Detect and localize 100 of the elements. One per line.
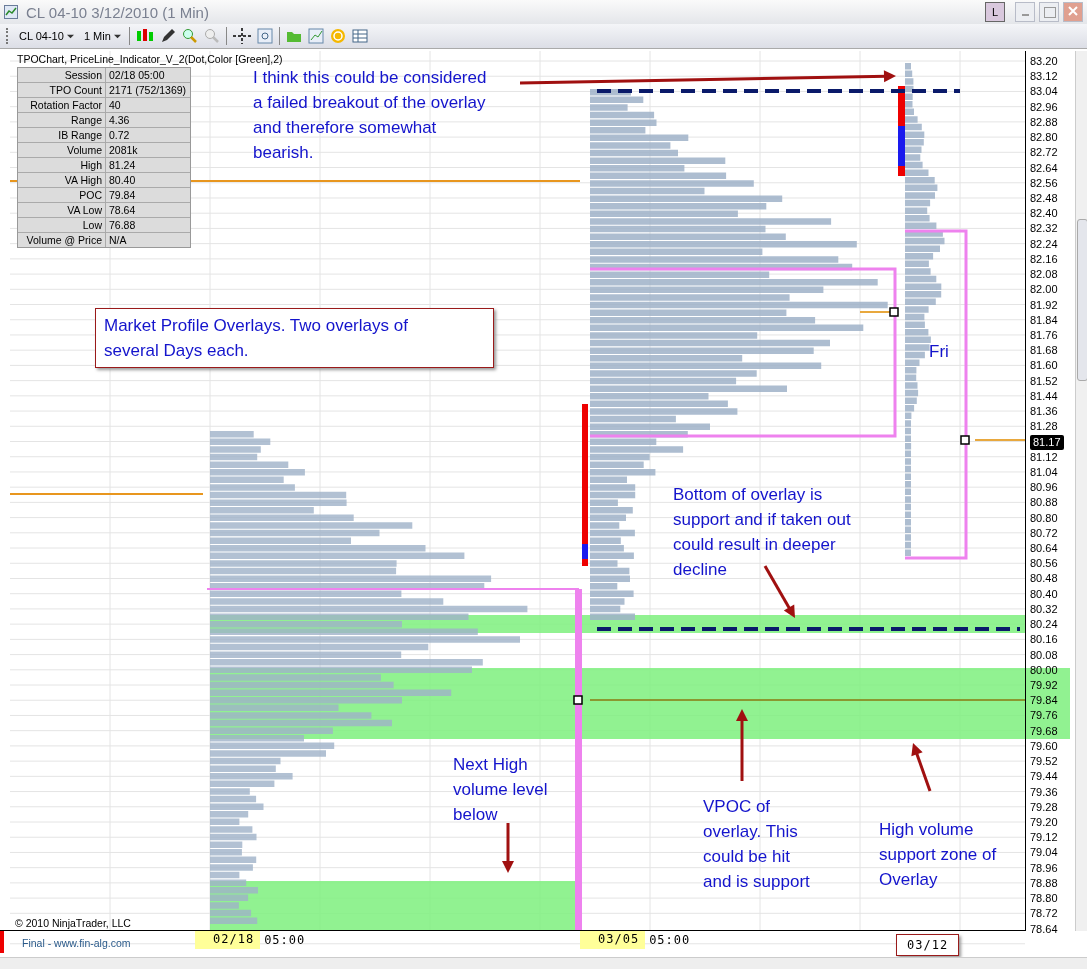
price-label: 79.04 <box>1030 845 1058 861</box>
table-cell-text: 78.64 <box>108 203 136 217</box>
annotation-text: Fri <box>929 341 950 363</box>
price-label: 82.96 <box>1030 99 1058 115</box>
date-label: 02/18 <box>195 931 261 949</box>
price-label: 80.64 <box>1030 541 1058 557</box>
price-label: 81.68 <box>1030 343 1058 359</box>
interval-dropdown[interactable]: 1 Min <box>81 30 123 42</box>
price-label: 81.52 <box>1030 373 1058 389</box>
annotation-text: I think this could be considered a failed breakout of the overlay and therefore somewhat bearish. <box>253 67 488 164</box>
price-label: 78.88 <box>1030 875 1058 891</box>
date-label: 03/05 <box>580 931 646 949</box>
price-label: 79.28 <box>1030 799 1058 815</box>
price-label: 79.92 <box>1030 678 1058 693</box>
price-label: 82.16 <box>1030 251 1058 267</box>
price-label: 78.80 <box>1030 891 1058 907</box>
price-label: 79.52 <box>1030 754 1058 770</box>
table-cell-text: 2171 (752/1369) <box>108 83 187 97</box>
price-label: 80.08 <box>1030 647 1058 663</box>
table-cell: Range <box>18 113 106 127</box>
price-label: 79.76 <box>1030 708 1058 724</box>
table-cell-text: 2081k <box>108 143 138 157</box>
price-label: 80.72 <box>1030 525 1058 541</box>
table-cell-text: 76.88 <box>108 218 136 232</box>
price-label: 79.36 <box>1030 784 1058 800</box>
price-label: 81.60 <box>1030 358 1058 374</box>
time-label: 05:00 <box>264 933 306 947</box>
price-label: 79.60 <box>1030 738 1058 754</box>
time-label: 05:00 <box>649 933 691 947</box>
price-label: 82.64 <box>1030 160 1058 176</box>
price-label: 79.20 <box>1030 815 1058 830</box>
price-label: 80.00 <box>1030 662 1058 678</box>
link-button[interactable]: L <box>985 2 1005 22</box>
price-label: 79.84 <box>1030 693 1058 709</box>
callout-box: Market Profile Overlays. Two overlays of several Days each. <box>95 308 494 368</box>
table-cell: VA Low <box>18 203 106 217</box>
price-label: 82.72 <box>1030 145 1058 161</box>
price-label: 83.04 <box>1030 84 1058 100</box>
table-cell-text: N/A <box>108 233 127 247</box>
price-label: 80.88 <box>1030 495 1058 511</box>
table-cell-text: 02/18 05:00 <box>108 68 165 82</box>
table-cell: TPO Count <box>18 83 106 97</box>
price-label: 81.36 <box>1030 404 1058 420</box>
price-label: 78.96 <box>1030 860 1058 876</box>
price-label: 82.32 <box>1030 221 1058 237</box>
table-cell: POC <box>18 188 106 202</box>
table-cell: Volume <box>18 143 106 157</box>
price-label: 82.80 <box>1030 130 1058 146</box>
table-cell: Low <box>18 218 106 232</box>
table-cell-text: 81.24 <box>108 158 136 172</box>
price-label: 83.12 <box>1030 69 1058 85</box>
price-label: 80.24 <box>1030 617 1058 633</box>
price-label: 78.72 <box>1030 906 1058 922</box>
date-label: 03/12 <box>896 934 960 956</box>
table-cell: Session <box>18 68 106 82</box>
price-label: 81.04 <box>1030 464 1058 480</box>
annotation-text: Next High volume level below <box>453 754 549 826</box>
table-cell-text: 40 <box>108 98 121 112</box>
price-label: 80.16 <box>1030 632 1058 648</box>
price-label: 82.24 <box>1030 236 1058 252</box>
table-cell: Rotation Factor <box>18 98 106 112</box>
table-cell-text: 0.72 <box>108 128 130 142</box>
indicator-label: TPOChart, PriceLine_Indicator_V_2(Dot,Color [Green],2) <box>17 53 283 65</box>
price-label: 83.20 <box>1030 54 1058 69</box>
price-label: 79.68 <box>1030 723 1058 739</box>
price-label: 78.64 <box>1030 921 1058 937</box>
price-label: 80.80 <box>1030 510 1058 526</box>
price-label: 80.48 <box>1030 571 1058 587</box>
price-label: 82.88 <box>1030 114 1058 130</box>
current-price-badge: 81.17 <box>1030 434 1064 450</box>
price-label: 82.48 <box>1030 190 1058 206</box>
table-cell-text: 80.40 <box>108 173 136 187</box>
price-label: 79.44 <box>1030 769 1058 785</box>
price-label: 81.12 <box>1030 449 1058 465</box>
price-label: 82.40 <box>1030 206 1058 222</box>
price-label: 82.56 <box>1030 175 1058 191</box>
price-label: 80.56 <box>1030 556 1058 572</box>
price-label: 81.28 <box>1030 419 1058 435</box>
price-label: 80.40 <box>1030 586 1058 602</box>
table-cell: High <box>18 158 106 172</box>
price-label: 80.32 <box>1030 601 1058 617</box>
table-cell: Volume @ Price <box>18 233 106 247</box>
price-label: 82.08 <box>1030 267 1058 283</box>
window-title: CL 04-10 3/12/2010 (1 Min) <box>26 3 209 21</box>
table-cell: VA High <box>18 173 106 187</box>
copyright-text: © 2010 NinjaTrader, LLC <box>15 917 131 929</box>
footer-text: Final - www.fin-alg.com <box>22 937 131 949</box>
price-label: 81.44 <box>1030 388 1058 404</box>
annotation-text: High volume support zone of Overlay <box>879 819 998 891</box>
price-label: 81.92 <box>1030 297 1058 313</box>
annotation-text: Bottom of overlay is support and if taken out could result in deeper decline <box>673 484 852 581</box>
table-cell: IB Range <box>18 128 106 142</box>
price-label: 79.12 <box>1030 830 1058 846</box>
price-label: 81.76 <box>1030 327 1058 343</box>
annotation-text: VPOC of overlay. This could be hit and is support <box>703 796 811 893</box>
instrument-dropdown[interactable]: CL 04-10 <box>17 30 76 42</box>
price-label: 80.96 <box>1030 480 1058 496</box>
price-label: 81.84 <box>1030 312 1058 328</box>
price-label: 82.00 <box>1030 282 1058 298</box>
table-cell-text: 79.84 <box>108 188 136 202</box>
